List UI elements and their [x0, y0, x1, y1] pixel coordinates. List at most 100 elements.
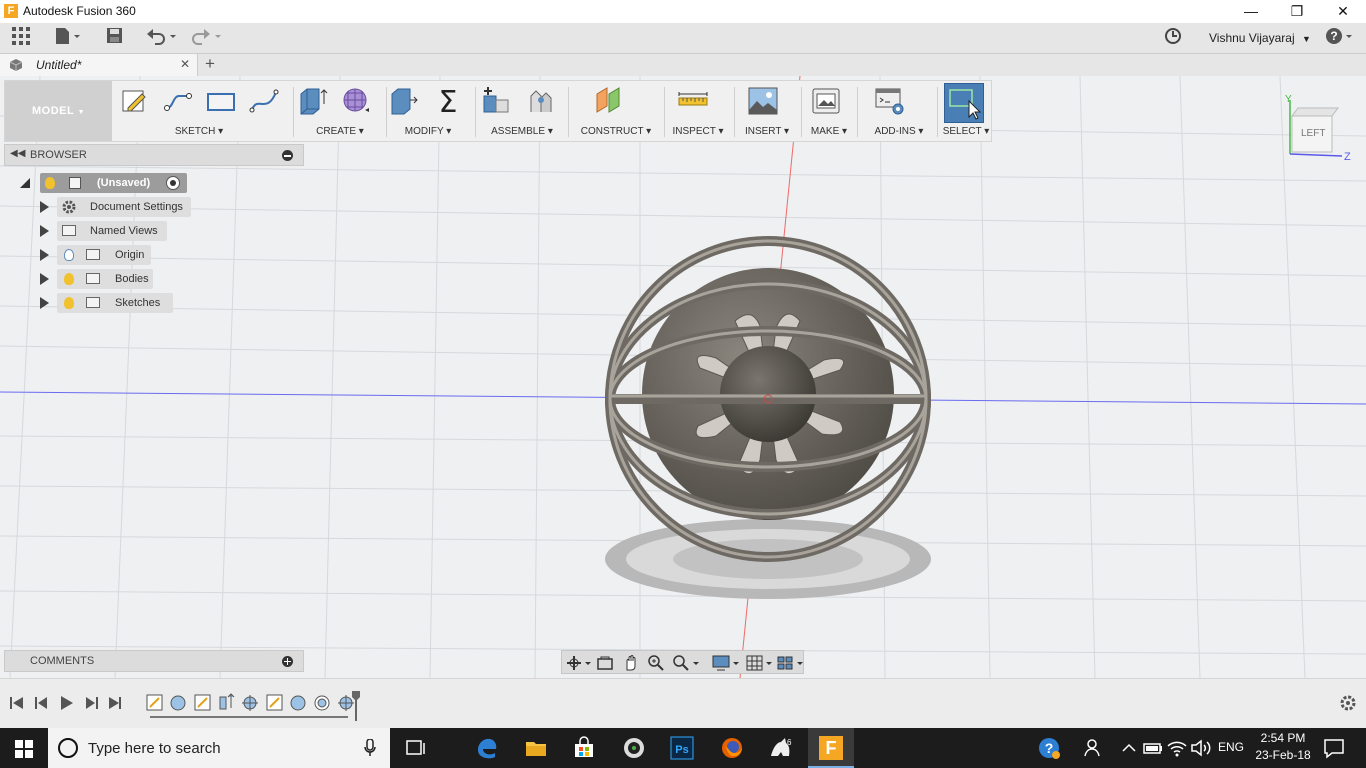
offset-plane-icon[interactable] [595, 86, 625, 116]
close-button[interactable]: ✕ [1320, 0, 1366, 23]
play-button[interactable] [58, 694, 78, 712]
minimize-button[interactable]: — [1228, 0, 1274, 23]
tree-root-label: (Unsaved) [97, 177, 151, 189]
activate-component-radio[interactable] [166, 176, 180, 190]
ribbon-group-make[interactable]: MAKE ▾ [803, 126, 855, 137]
help-icon[interactable]: ? [1325, 27, 1355, 49]
ribbon-group-modify[interactable]: MODIFY ▾ [385, 126, 471, 137]
add-comment-icon[interactable] [282, 656, 293, 667]
create-sketch-icon[interactable] [120, 86, 150, 116]
ribbon-group-create[interactable]: CREATE ▾ [295, 126, 385, 137]
folder-icon [86, 249, 100, 260]
timeline-features[interactable] [144, 691, 368, 721]
pan-hand-icon[interactable] [622, 654, 640, 672]
file-explorer-icon[interactable] [524, 736, 548, 760]
rhino-icon[interactable]: 6 [768, 736, 792, 760]
task-view-icon[interactable] [404, 736, 428, 760]
wifi-icon[interactable] [1165, 736, 1189, 760]
scripts-addins-icon[interactable] [875, 86, 905, 116]
press-pull-icon[interactable] [389, 86, 419, 116]
browser-panel-header[interactable]: ◀◀ BROWSER [4, 144, 304, 166]
display-settings-icon[interactable] [712, 654, 740, 672]
volume-icon[interactable] [1189, 736, 1213, 760]
battery-icon[interactable] [1141, 736, 1165, 760]
measure-icon[interactable] [678, 86, 708, 116]
fusion-taskbar-button[interactable]: F [808, 728, 854, 768]
collapse-browser-icon[interactable]: ◀◀ [10, 148, 25, 159]
timeline-settings-gear-icon[interactable] [1339, 694, 1357, 712]
fit-zoom-icon[interactable] [672, 654, 700, 672]
clock[interactable]: 2:54 PM 23-Feb-18 [1254, 731, 1312, 762]
redo-icon[interactable] [190, 27, 224, 49]
orbit-icon[interactable] [566, 654, 592, 672]
firefox-icon[interactable] [720, 736, 744, 760]
restore-button[interactable]: ❐ [1274, 0, 1320, 23]
show-hidden-icons-chevron[interactable] [1117, 736, 1141, 760]
ribbon-group-select[interactable]: SELECT ▾ [938, 126, 994, 137]
workspace-switcher[interactable]: MODEL ▼ [5, 81, 112, 141]
go-to-end-button[interactable] [106, 694, 126, 712]
tree-expanded-icon[interactable] [20, 178, 30, 188]
windows-start-icon[interactable] [15, 740, 33, 758]
spline-tool-icon[interactable] [249, 86, 279, 116]
data-panel-grid-icon[interactable] [12, 27, 30, 49]
browser-minimize-icon[interactable] [282, 150, 293, 161]
new-component-icon[interactable] [480, 86, 510, 116]
insert-image-icon[interactable] [748, 86, 778, 116]
file-menu-icon[interactable] [55, 27, 81, 49]
compute-sigma-icon[interactable]: Σ [433, 86, 463, 116]
visibility-bulb-icon[interactable] [64, 297, 74, 309]
store-icon[interactable] [572, 736, 596, 760]
look-at-icon[interactable] [596, 654, 614, 672]
ribbon-group-assemble[interactable]: ASSEMBLE ▾ [477, 126, 567, 137]
visibility-bulb-off-icon[interactable] [64, 249, 74, 261]
ribbon-group-add-ins[interactable]: ADD-INS ▾ [861, 126, 937, 137]
close-tab-icon[interactable]: ✕ [180, 57, 190, 71]
undo-icon[interactable] [146, 27, 178, 49]
action-center-icon[interactable] [1322, 736, 1346, 760]
select-cursor-icon [949, 89, 982, 120]
save-icon[interactable] [106, 27, 123, 49]
canvas-viewport[interactable]: LEFT Y Z [0, 76, 1366, 678]
zoom-icon[interactable] [647, 654, 665, 672]
input-language[interactable]: ENG [1218, 740, 1244, 754]
3d-print-icon[interactable] [811, 86, 841, 116]
document-tab[interactable]: Untitled* ✕ [0, 54, 198, 76]
webcam-app-icon[interactable] [622, 736, 646, 760]
microphone-icon[interactable] [364, 739, 376, 757]
new-tab-button[interactable]: + [205, 54, 215, 74]
people-icon[interactable] [1082, 736, 1106, 760]
form-icon[interactable] [341, 86, 371, 116]
photoshop-icon[interactable]: Ps [670, 736, 694, 760]
visibility-bulb-icon[interactable] [45, 177, 55, 189]
comments-panel-header[interactable]: COMMENTS [4, 650, 304, 672]
expand-arrow-icon[interactable] [40, 297, 49, 309]
extrude-icon[interactable] [298, 86, 328, 116]
joint-icon[interactable] [525, 86, 555, 116]
ribbon-group-insert[interactable]: INSERT ▾ [737, 126, 797, 137]
visibility-bulb-icon[interactable] [64, 273, 74, 285]
taskbar-search-box[interactable]: Type here to search [48, 728, 390, 768]
edge-browser-icon[interactable] [475, 736, 499, 760]
window-title: Autodesk Fusion 360 [23, 4, 136, 18]
tree-label-document-settings: Document Settings [90, 201, 183, 213]
step-back-button[interactable] [32, 694, 52, 712]
view-cube[interactable]: LEFT Y Z [1280, 94, 1356, 164]
select-tool-button[interactable] [944, 83, 984, 123]
ribbon-group-sketch[interactable]: SKETCH ▾ [155, 126, 243, 137]
go-to-start-button[interactable] [8, 694, 28, 712]
rectangle-tool-icon[interactable] [206, 86, 236, 116]
help-tray-icon[interactable]: ? [1037, 736, 1061, 760]
ribbon-group-construct[interactable]: CONSTRUCT ▾ [571, 126, 661, 137]
line-tool-icon[interactable] [163, 86, 193, 116]
expand-arrow-icon[interactable] [40, 273, 49, 285]
expand-arrow-icon[interactable] [40, 249, 49, 261]
viewports-icon[interactable] [776, 654, 804, 672]
expand-arrow-icon[interactable] [40, 225, 49, 237]
step-forward-button[interactable] [82, 694, 102, 712]
expand-arrow-icon[interactable] [40, 201, 49, 213]
job-status-clock-icon[interactable] [1164, 27, 1182, 49]
grid-snap-icon[interactable] [745, 654, 773, 672]
ribbon-group-inspect[interactable]: INSPECT ▾ [667, 126, 729, 137]
user-account-menu[interactable]: Vishnu Vijayaraj ▼ [1209, 27, 1311, 49]
